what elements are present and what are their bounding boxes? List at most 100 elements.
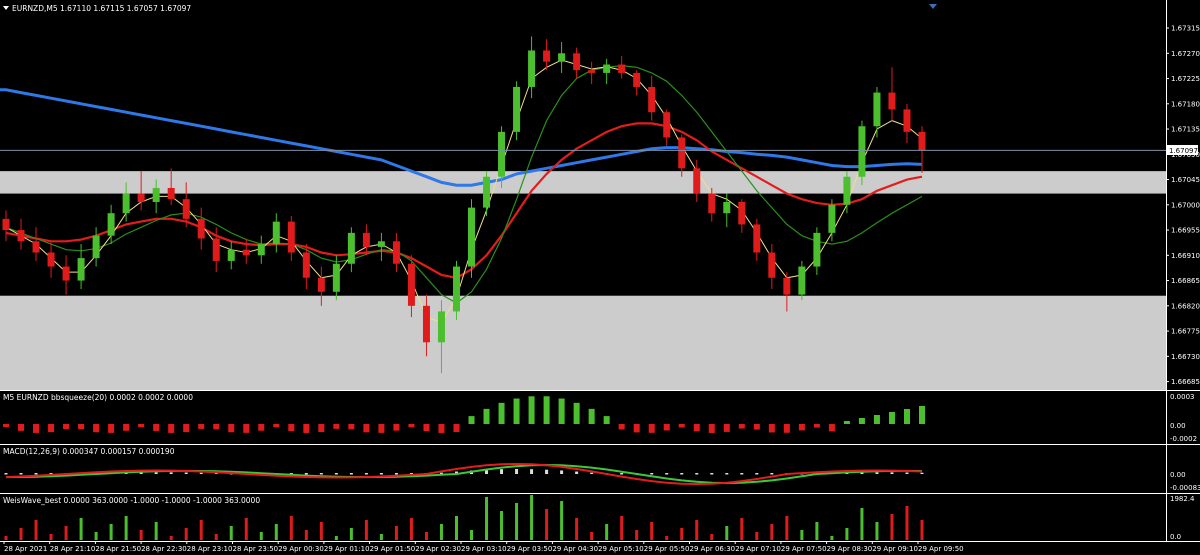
candle-body (693, 168, 701, 194)
bbsqueeze-bar (228, 424, 235, 433)
weiswave-bar (725, 526, 729, 540)
candle-body (32, 241, 40, 253)
macd-hist-bar (740, 473, 744, 475)
bbsqueeze-bar (588, 408, 595, 424)
bbsqueeze-bar (348, 424, 355, 430)
macd-hist-bar (169, 472, 173, 474)
zone-1 (0, 171, 1166, 194)
candle-body (543, 50, 551, 62)
weiswave-bar (485, 497, 489, 540)
macd-hist-bar (379, 473, 383, 475)
weiswave-bar (800, 530, 804, 540)
macd-hist-bar (4, 473, 8, 475)
bbsqueeze-bar (603, 416, 610, 424)
candle (452, 260, 460, 320)
bbsqueeze-bar (378, 424, 385, 433)
candle-body (197, 218, 205, 239)
bbsqueeze-bar (3, 424, 9, 427)
weiswave-bar (620, 516, 624, 540)
weiswave-bar (575, 518, 579, 540)
weiswave-bar (515, 503, 519, 540)
time-tick-label: 29 Apr 09:10 (872, 545, 918, 553)
macd-hist-bar (364, 473, 368, 475)
candle (858, 120, 866, 186)
weiswave-bar (64, 526, 68, 540)
bbsqueeze-bar (153, 424, 160, 431)
weiswave-bar (19, 528, 23, 540)
weiswave-bar (229, 526, 233, 540)
weiswave-bar (860, 508, 864, 540)
weiswave-bar (439, 524, 443, 540)
weiswave-bar (710, 534, 714, 540)
bbsqueeze-bar (708, 424, 715, 433)
weiswave-bar (4, 536, 8, 540)
weiswave-bar (214, 534, 218, 540)
candle-body (873, 92, 881, 127)
candle-body (302, 252, 310, 278)
candle-body (47, 252, 55, 267)
candle-body (437, 311, 445, 343)
weiswave-bar (94, 532, 98, 540)
time-tick-label: 29 Apr 00:30 (278, 545, 324, 553)
weiswave-bar (680, 528, 684, 540)
bbsqueeze-bar (453, 424, 460, 433)
weiswave-bar (364, 520, 368, 540)
time-tick-label: 29 Apr 01:50 (370, 545, 416, 553)
candle-body (377, 241, 385, 247)
weiswave-tick-zero: 0.0 (1170, 533, 1181, 541)
chart-header: EURNZD,M5 1.67110 1.67115 1.67057 1.6709… (12, 4, 191, 13)
bbsqueeze-bar (198, 424, 205, 429)
weiswave-bar (184, 528, 188, 540)
weiswave-bar (845, 528, 849, 540)
weiswave-bar (379, 534, 383, 540)
weiswave-bar (905, 506, 909, 540)
candle-body (152, 187, 160, 202)
candle-body (798, 266, 806, 295)
price-axis[interactable]: 1.67315 1.67270 1.67225 1.67180 1.67135 1.670… (1166, 25, 1200, 387)
price-tick-label: 1.67045 (1171, 176, 1200, 184)
bbsqueeze-bar (333, 424, 340, 429)
bbsqueeze-bar (318, 424, 325, 433)
price-tick-label: 1.67270 (1171, 50, 1200, 58)
bbsqueeze-bar (483, 408, 490, 424)
bbsqueeze-bar (723, 424, 730, 432)
time-tick-label: 29 Apr 05:50 (644, 545, 690, 553)
bbsqueeze-bar (738, 424, 745, 429)
time-tick-label: 28 Apr 2021 (4, 545, 47, 553)
candle-body (2, 218, 10, 231)
bbsqueeze-bar (423, 424, 430, 432)
weiswave-bar (830, 536, 834, 540)
candle-body (272, 221, 280, 245)
bbsqueeze-bar (408, 424, 415, 428)
weiswave-bar (650, 522, 654, 540)
price-tick-label: 1.66955 (1171, 227, 1200, 235)
candle-body (62, 266, 70, 281)
weiswave-bar (154, 522, 158, 540)
candle-body (813, 232, 821, 267)
weiswave-bar (785, 516, 789, 540)
candle-body (918, 131, 926, 151)
candle-body (903, 109, 911, 132)
candle-body (528, 50, 536, 87)
candle-body (107, 213, 115, 236)
bbsqueeze-bar (903, 409, 910, 424)
candle-body (558, 53, 566, 62)
bbsqueeze-bar (919, 406, 925, 424)
macd-hist-bar (620, 473, 624, 475)
candle-body (362, 232, 370, 247)
candle-body (483, 176, 491, 208)
weiswave-bar (244, 518, 248, 540)
candle-body (317, 277, 325, 292)
weiswave-bar (109, 524, 113, 540)
bbsqueeze-bar (798, 424, 805, 431)
bbsqueeze-bar (888, 412, 895, 424)
candle-body (468, 207, 476, 267)
weiswave-bar (319, 522, 323, 540)
chart-window[interactable]: EURNZD,M5 1.67110 1.67115 1.67057 1.6709… (0, 0, 1200, 555)
candle-body (513, 86, 521, 132)
candle-body (17, 230, 25, 242)
time-tick-label: 29 Apr 06:30 (690, 545, 736, 553)
price-tick-label: 1.67225 (1171, 75, 1200, 83)
weiswave-bar (755, 532, 759, 540)
weiswave-bar (695, 520, 699, 540)
